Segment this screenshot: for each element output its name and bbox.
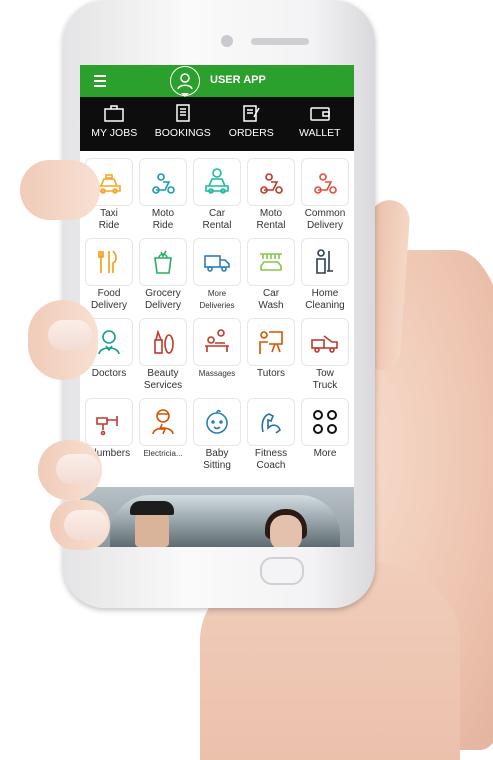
truck-icon	[193, 238, 241, 286]
service-label: Baby Sitting	[203, 448, 231, 471]
tow-truck-icon	[301, 318, 349, 366]
massage-icon	[193, 318, 241, 366]
hamburger-menu-icon[interactable]	[94, 75, 106, 87]
document-icon	[149, 103, 218, 123]
cleaning-icon	[301, 238, 349, 286]
service-tile-massage[interactable]: Massages	[190, 316, 244, 396]
order-edit-icon	[217, 103, 286, 123]
service-label: Tutors	[257, 368, 285, 379]
baby-icon	[193, 398, 241, 446]
service-tile-tutor[interactable]: Tutors	[244, 316, 298, 396]
food-icon	[85, 238, 133, 286]
app-title: USER APP	[210, 74, 266, 86]
services-grid: Taxi Ride Moto Ride Car Rental Moto Rental C…	[80, 151, 354, 476]
tutor-icon	[247, 318, 295, 366]
grocery-bag-icon	[139, 238, 187, 286]
service-tile-car-rental[interactable]: Car Rental	[190, 156, 244, 236]
service-label: Beauty Services	[143, 368, 183, 391]
service-label: Fitness Coach	[254, 448, 288, 471]
finger-1	[20, 160, 100, 220]
service-label: Car Wash	[258, 288, 284, 311]
fitness-icon	[247, 398, 295, 446]
front-camera	[221, 35, 233, 47]
tab-label: BOOKINGS	[154, 127, 211, 139]
service-label: More Deliveries	[199, 289, 235, 310]
promo-banner[interactable]	[80, 487, 354, 547]
service-label: Home Cleaning	[305, 288, 345, 311]
service-tile-electrician[interactable]: Electricia...	[136, 396, 190, 476]
wallet-icon	[286, 103, 355, 123]
tab-bookings[interactable]: BOOKINGS	[149, 97, 218, 151]
service-tile-grocery-bag[interactable]: Grocery Delivery	[136, 236, 190, 316]
tab-orders[interactable]: ORDERS	[217, 97, 286, 151]
service-label: Electricia...	[143, 449, 183, 458]
service-label: Massages	[198, 369, 236, 378]
car-wash-icon	[247, 238, 295, 286]
service-label: Tow Truck	[312, 368, 338, 391]
driver-cap	[130, 501, 174, 515]
service-tile-more-grid[interactable]: More	[298, 396, 352, 476]
tab-label: ORDERS	[228, 127, 274, 139]
tab-label: WALLET	[298, 127, 341, 139]
electrician-icon	[139, 398, 187, 446]
fingernail	[48, 320, 92, 350]
plumber-icon	[85, 398, 133, 446]
service-tile-beauty[interactable]: Beauty Services	[136, 316, 190, 396]
service-label: Moto Ride	[151, 208, 175, 231]
service-tile-car-wash[interactable]: Car Wash	[244, 236, 298, 316]
app-header: USER APP	[80, 65, 354, 97]
home-button[interactable]	[260, 557, 304, 585]
briefcase-icon	[80, 103, 149, 123]
tab-wallet[interactable]: WALLET	[286, 97, 355, 151]
delivery-scooter-icon	[301, 158, 349, 206]
finger-4	[50, 500, 110, 550]
moto-ride-icon	[139, 158, 187, 206]
service-label: Grocery Delivery	[144, 288, 182, 311]
passenger-image	[270, 515, 302, 547]
fingernail	[56, 454, 100, 484]
service-tile-cleaning[interactable]: Home Cleaning	[298, 236, 352, 316]
service-tile-truck[interactable]: More Deliveries	[190, 236, 244, 316]
fingernail	[64, 510, 108, 540]
tab-label: MY JOBS	[91, 127, 138, 139]
service-label: Moto Rental	[256, 208, 286, 231]
service-tile-moto-rental[interactable]: Moto Rental	[244, 156, 298, 236]
car-rental-icon	[193, 158, 241, 206]
service-label: Doctors	[91, 368, 127, 379]
service-tile-delivery-scooter[interactable]: Common Delivery	[298, 156, 352, 236]
service-label: More	[313, 448, 337, 459]
finger-3	[38, 440, 102, 500]
service-label: Food Delivery	[90, 288, 128, 311]
service-label: Common Delivery	[304, 208, 346, 231]
beauty-icon	[139, 318, 187, 366]
service-tile-tow-truck[interactable]: Tow Truck	[298, 316, 352, 396]
service-label: Car Rental	[202, 208, 232, 231]
service-tile-moto-ride[interactable]: Moto Ride	[136, 156, 190, 236]
finger-2	[28, 300, 98, 380]
earpiece-speaker	[251, 38, 309, 45]
more-grid-icon	[301, 398, 349, 446]
user-app-logo-icon	[170, 66, 200, 97]
top-tab-bar: MY JOBS BOOKINGS ORDERS WALLET	[80, 97, 354, 151]
service-tile-food[interactable]: Food Delivery	[82, 236, 136, 316]
service-tile-fitness[interactable]: Fitness Coach	[244, 396, 298, 476]
tab-my-jobs[interactable]: MY JOBS	[80, 97, 149, 151]
moto-rental-icon	[247, 158, 295, 206]
service-tile-baby[interactable]: Baby Sitting	[190, 396, 244, 476]
app-screen: USER APP MY JOBS BOOKINGS ORDERS WALLET Tax…	[80, 65, 354, 547]
